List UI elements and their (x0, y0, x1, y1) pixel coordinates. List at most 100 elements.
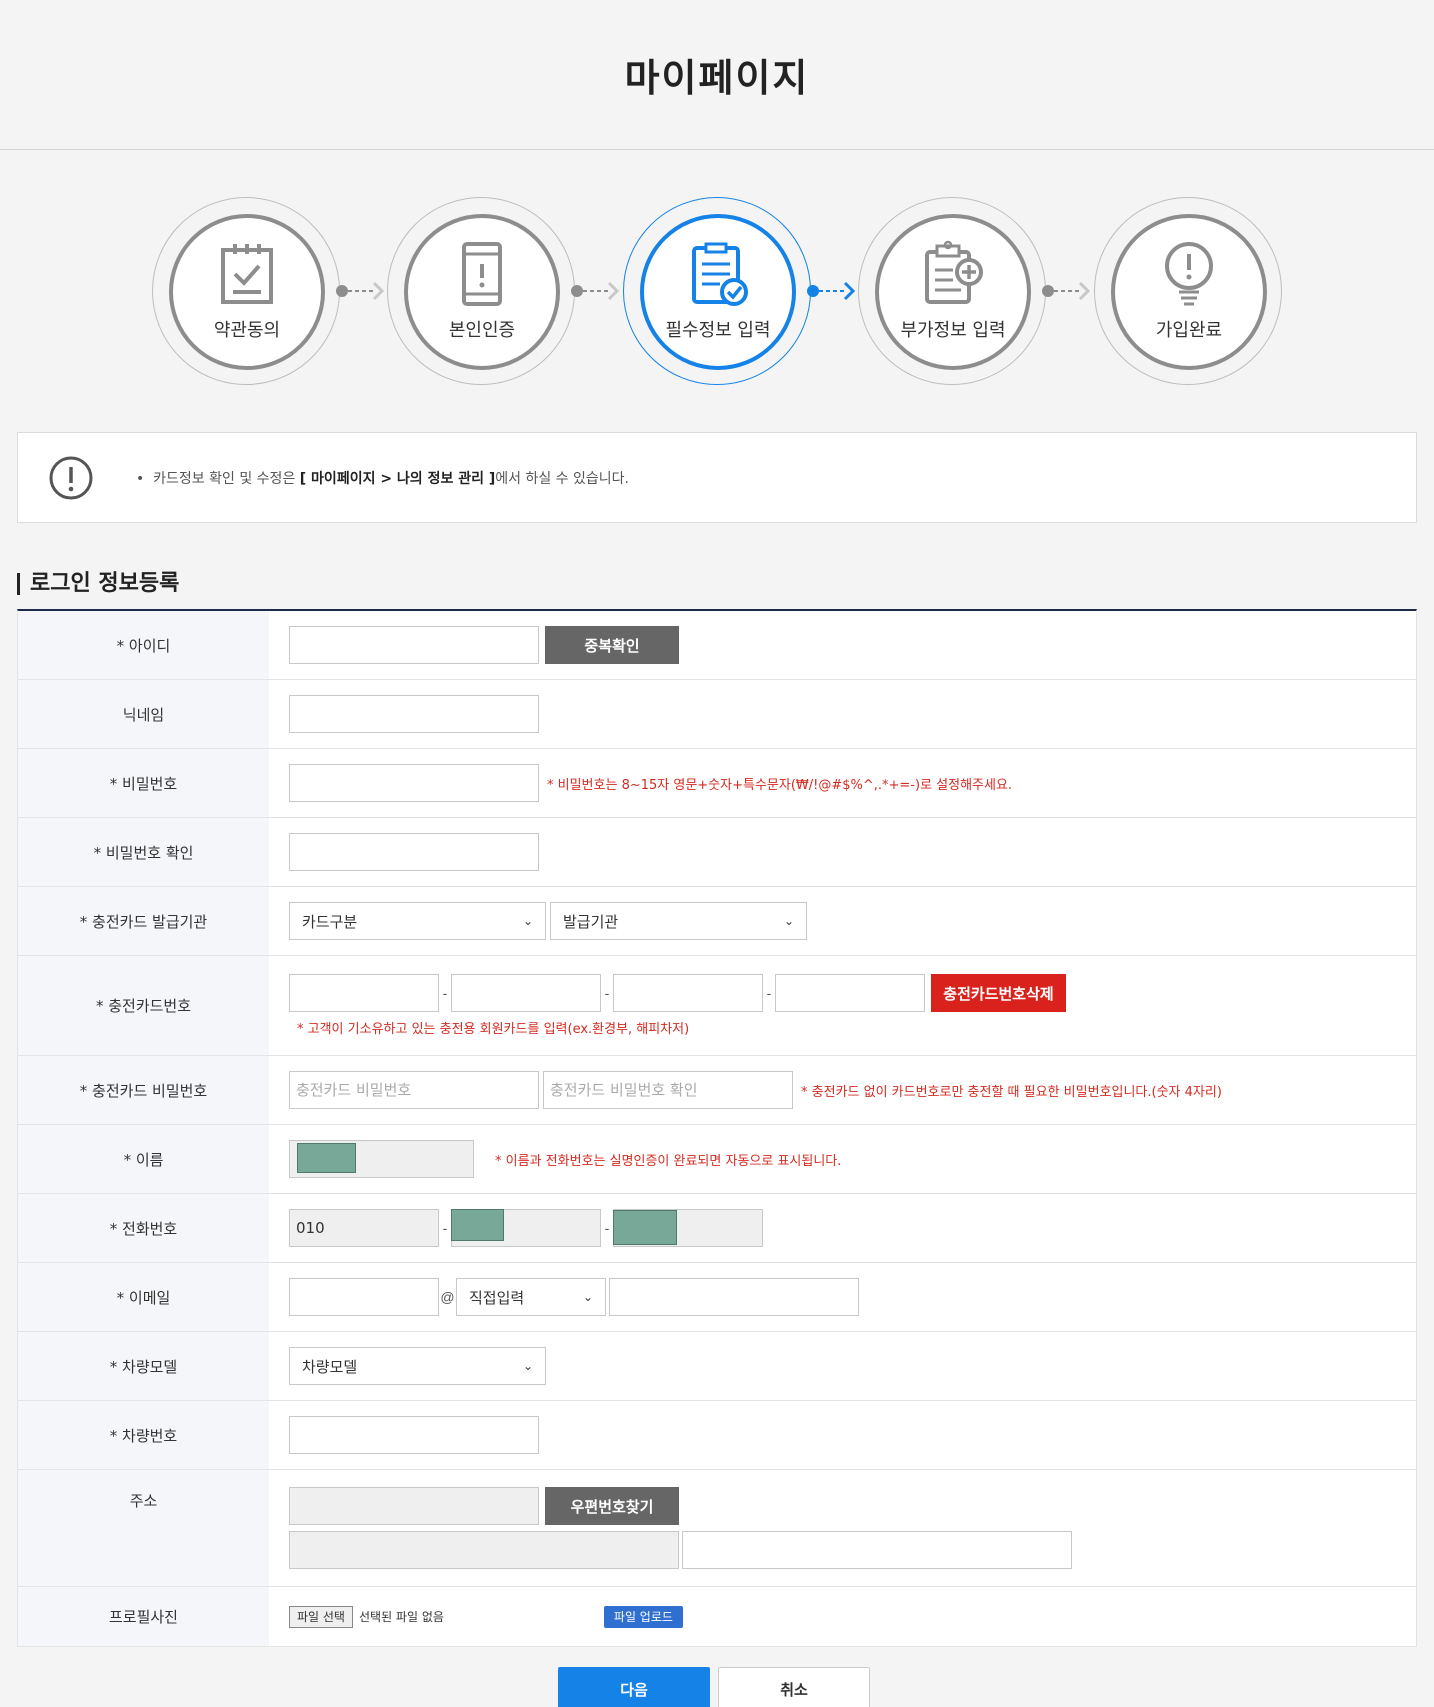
cancel-button[interactable]: 취소 (718, 1667, 870, 1707)
step-label: 약관동의 (213, 320, 281, 341)
label-password-confirm: * 비밀번호 확인 (18, 818, 269, 886)
row-password: * 비밀번호 * 비밀번호는 8~15자 영문+숫자+특수문자(₩/!@#$%^… (18, 749, 1416, 818)
label-id: * 아이디 (18, 611, 269, 679)
label-car-model: * 차량모델 (18, 1332, 269, 1400)
card-number-input-1[interactable] (289, 974, 439, 1012)
email-domain-select[interactable]: 직접입력 ⌄ (456, 1278, 606, 1316)
notice-path: [ 마이페이지 > 나의 정보 관리 ] (299, 470, 496, 487)
clipboard-plus-icon (925, 240, 983, 304)
row-card-issuer: * 충전카드 발급기관 카드구분 ⌄ 발급기관 ⌄ (18, 887, 1416, 956)
section-title: 로그인 정보등록 (17, 573, 179, 595)
card-password-input[interactable] (289, 1071, 539, 1109)
exclamation-circle-icon (49, 456, 93, 499)
phone-last-field (613, 1209, 763, 1247)
zipcode-input (289, 1487, 539, 1525)
label-password: * 비밀번호 (18, 749, 269, 817)
form-actions: 다음 취소 (558, 1667, 870, 1707)
address-detail-input[interactable] (682, 1531, 1072, 1569)
step-label: 가입완료 (1155, 320, 1223, 341)
step-connector-icon (571, 281, 620, 301)
label-phone: * 전화번호 (18, 1194, 269, 1262)
chevron-down-icon: ⌄ (582, 1290, 593, 1304)
label-email: * 이메일 (18, 1263, 269, 1331)
step-label: 부가정보 입력 (900, 320, 1006, 341)
label-card-issuer: * 충전카드 발급기관 (18, 887, 269, 955)
step-extra-info: 부가정보 입력 (858, 197, 1046, 385)
row-nickname: 닉네임 (18, 680, 1416, 749)
label-nickname: 닉네임 (18, 680, 269, 748)
address-main-input (289, 1531, 679, 1569)
file-status: 선택된 파일 없음 (358, 1610, 444, 1624)
card-number-input-2[interactable] (451, 974, 601, 1012)
row-card-password: * 충전카드 비밀번호 * 충전카드 없이 카드번호로만 충전할 때 필요한 비… (18, 1056, 1416, 1125)
page-title: 마이페이지 (624, 56, 810, 100)
password-hint: * 비밀번호는 8~15자 영문+숫자+특수문자(₩/!@#$%^,.*+=-)… (547, 777, 1013, 793)
label-card-password: * 충전카드 비밀번호 (18, 1056, 269, 1124)
chevron-down-icon: ⌄ (522, 1359, 533, 1373)
name-hint: * 이름과 전화번호는 실명인증이 완료되면 자동으로 표시됩니다. (495, 1153, 842, 1169)
label-card-number: * 충전카드번호 (18, 956, 269, 1055)
car-model-select[interactable]: 차량모델 ⌄ (289, 1347, 546, 1385)
card-issuer-select[interactable]: 발급기관 ⌄ (550, 902, 807, 940)
redaction-mask (451, 1209, 504, 1241)
step-terms: 약관동의 (152, 197, 340, 385)
step-connector-icon (807, 281, 856, 301)
password-input[interactable] (289, 764, 539, 802)
step-label: 필수정보 입력 (665, 320, 771, 341)
phone-alert-icon (462, 242, 502, 306)
card-password-confirm-input[interactable] (543, 1071, 793, 1109)
zipcode-search-button[interactable]: 우편번호찾기 (545, 1487, 679, 1525)
notepad-check-icon (221, 244, 273, 304)
notice-text: • 카드정보 확인 및 수정은 [ 마이페이지 > 나의 정보 관리 ]에서 하… (136, 470, 629, 487)
row-id: * 아이디 중복확인 (18, 611, 1416, 680)
clipboard-check-icon (692, 242, 748, 306)
chevron-down-icon: ⌄ (783, 914, 794, 928)
page-header: 마이페이지 (0, 0, 1434, 150)
nickname-input[interactable] (289, 695, 539, 733)
email-local-input[interactable] (289, 1278, 439, 1316)
login-info-form: * 아이디 중복확인 닉네임 * 비밀번호 * 비밀번호는 8~15자 영문+숫… (17, 609, 1417, 1647)
notice-box: • 카드정보 확인 및 수정은 [ 마이페이지 > 나의 정보 관리 ]에서 하… (17, 432, 1417, 523)
label-profile: 프로필사진 (18, 1587, 269, 1646)
row-name: * 이름 * 이름과 전화번호는 실명인증이 완료되면 자동으로 표시됩니다. (18, 1125, 1416, 1194)
password-confirm-input[interactable] (289, 833, 539, 871)
card-type-select[interactable]: 카드구분 ⌄ (289, 902, 546, 940)
phone-prefix-input (289, 1209, 439, 1247)
label-name: * 이름 (18, 1125, 269, 1193)
redaction-mask (297, 1143, 356, 1173)
duplicate-check-button[interactable]: 중복확인 (545, 626, 679, 664)
row-card-number: * 충전카드번호 - - - 충전카드번호삭제 * 고객이 기소유하고 있는 충… (18, 956, 1416, 1056)
step-connector-icon (336, 281, 385, 301)
car-number-input[interactable] (289, 1416, 539, 1454)
email-domain-input[interactable] (609, 1278, 859, 1316)
row-address: 주소 우편번호찾기 (18, 1470, 1416, 1587)
row-email: * 이메일 @ 직접입력 ⌄ (18, 1263, 1416, 1332)
card-number-hint: * 고객이 기소유하고 있는 충전용 회원카드를 입력(ex.환경부, 해피차저… (297, 1022, 690, 1037)
redaction-mask (613, 1210, 677, 1245)
step-required-info: 필수정보 입력 (623, 197, 811, 385)
name-field (289, 1140, 474, 1178)
row-car-number: * 차량번호 (18, 1401, 1416, 1470)
label-address: 주소 (18, 1470, 269, 1586)
lightbulb-icon (1165, 242, 1213, 306)
chevron-down-icon: ⌄ (522, 914, 533, 928)
step-connector-icon (1042, 281, 1091, 301)
next-button[interactable]: 다음 (558, 1667, 710, 1707)
phone-middle-field (451, 1209, 601, 1247)
file-upload-button[interactable]: 파일 업로드 (603, 1605, 683, 1628)
card-number-input-3[interactable] (613, 974, 763, 1012)
row-password-confirm: * 비밀번호 확인 (18, 818, 1416, 887)
row-profile: 프로필사진 파일 선택 선택된 파일 없음 파일 업로드 (18, 1587, 1416, 1647)
label-car-number: * 차량번호 (18, 1401, 269, 1469)
row-car-model: * 차량모델 차량모델 ⌄ (18, 1332, 1416, 1401)
file-select-button[interactable]: 파일 선택 (289, 1605, 353, 1628)
card-number-input-4[interactable] (775, 974, 925, 1012)
row-phone: * 전화번호 - - (18, 1194, 1416, 1263)
card-password-hint: * 충전카드 없이 카드번호로만 충전할 때 필요한 비밀번호입니다.(숫자 4… (801, 1084, 1222, 1100)
card-number-delete-button[interactable]: 충전카드번호삭제 (931, 974, 1066, 1012)
step-identity: 본인인증 (387, 197, 575, 385)
signup-steps: 약관동의 본인인증 필수정보 입력 부가정보 입력 가입완료 (152, 197, 1282, 385)
step-complete: 가입완료 (1094, 197, 1282, 385)
id-input[interactable] (289, 626, 539, 664)
step-label: 본인인증 (448, 320, 516, 341)
